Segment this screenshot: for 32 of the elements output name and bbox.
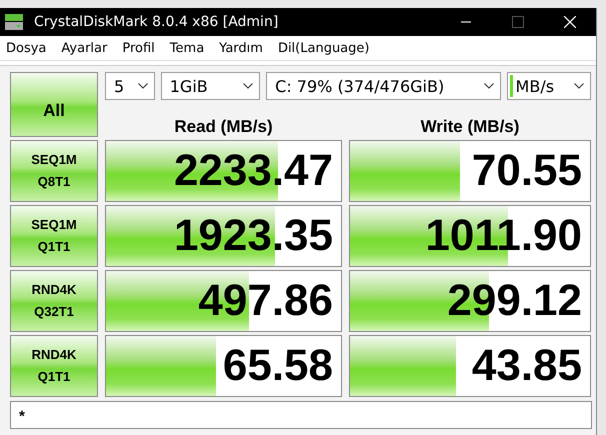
column-header: Read (MB/s) — [173, 117, 274, 137]
chevron-down-icon — [574, 83, 584, 89]
result-value: 299.12 — [447, 276, 582, 326]
menu-item[interactable]: Tema — [170, 40, 204, 56]
menu-item[interactable]: Profil — [122, 40, 155, 56]
dropdown[interactable]: 5 — [105, 72, 155, 100]
comment-field[interactable]: * — [10, 401, 592, 429]
test-button[interactable]: SEQ1M Q1T1 — [10, 205, 98, 267]
dropdown[interactable]: 1GiB — [160, 72, 260, 100]
chevron-down-icon — [243, 83, 254, 89]
all-button[interactable]: All — [10, 72, 98, 137]
result-value: 497.86 — [198, 276, 333, 326]
close-icon[interactable] — [564, 16, 576, 28]
result-value: 43.85 — [472, 341, 582, 391]
result-value: 65.58 — [222, 341, 333, 391]
test-button[interactable]: RND4K Q1T1 — [10, 335, 98, 397]
dropdown[interactable]: MB/s — [506, 72, 591, 100]
menu-item[interactable]: Yardım — [219, 40, 263, 56]
result-value: 70.55 — [472, 146, 582, 196]
menu-item[interactable]: Dil(Language) — [278, 40, 370, 56]
chevron-down-icon — [138, 83, 148, 89]
disk-icon — [4, 13, 24, 31]
result-value: 1011.90 — [425, 211, 582, 261]
test-button[interactable]: SEQ1M Q8T1 — [10, 140, 98, 202]
column-header: Write (MB/s) — [420, 117, 520, 137]
window-title: CrystalDiskMark 8.0.4 x86 [Admin] — [34, 14, 278, 30]
menu-item[interactable]: Ayarlar — [61, 40, 108, 56]
chevron-down-icon — [484, 83, 494, 89]
maximize-icon[interactable] — [512, 16, 524, 28]
menu-item[interactable]: Dosya — [6, 40, 46, 56]
test-button[interactable]: RND4K Q32T1 — [10, 270, 98, 332]
dropdown[interactable]: C: 79% (374/476GiB) — [266, 72, 501, 100]
